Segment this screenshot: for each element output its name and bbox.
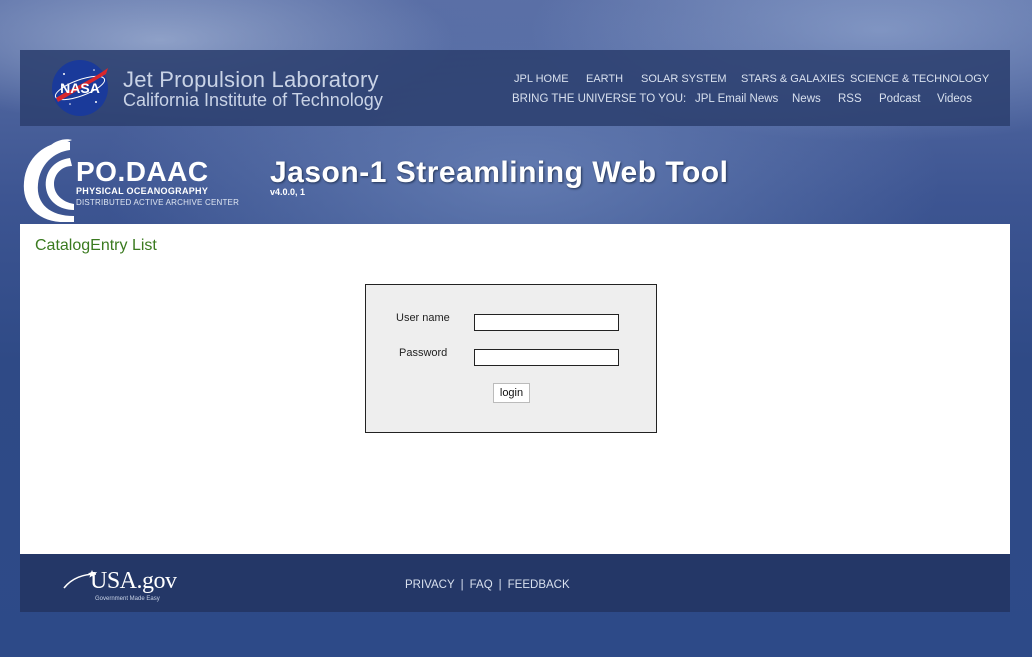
footer-link-feedback[interactable]: FEEDBACK: [508, 579, 570, 591]
primary-nav: JPL HOME EARTH SOLAR SYSTEM STARS & GALA…: [20, 73, 1010, 87]
podaac-title[interactable]: PO.DAAC: [76, 156, 209, 188]
username-input[interactable]: [474, 314, 619, 331]
usagov-text: USA.gov: [90, 568, 177, 594]
usagov-logo[interactable]: USA.gov Government Made Easy: [62, 568, 192, 604]
nav-secondary-label: BRING THE UNIVERSE TO YOU:: [512, 93, 687, 105]
footer-link-faq[interactable]: FAQ: [470, 579, 493, 591]
login-form: User name Password login: [365, 284, 657, 433]
wave-logo-icon[interactable]: [20, 136, 74, 222]
username-label: User name: [396, 312, 450, 324]
footer-links: PRIVACY | FAQ | FEEDBACK: [405, 579, 570, 591]
tool-title: Jason-1 Streamlining Web Tool: [270, 156, 729, 189]
password-input[interactable]: [474, 349, 619, 366]
jpl-header: NASA Jet Propulsion Laboratory Californi…: [20, 50, 1010, 126]
page-title: CatalogEntry List: [35, 237, 157, 254]
nav-rss[interactable]: RSS: [838, 93, 862, 105]
footer: USA.gov Government Made Easy PRIVACY | FAQ…: [20, 554, 1010, 612]
podaac-subtitle: PHYSICAL OCEANOGRAPHY: [76, 186, 209, 196]
nav-earth[interactable]: EARTH: [586, 73, 623, 85]
nav-email-news[interactable]: JPL Email News: [695, 93, 778, 105]
nav-news[interactable]: News: [792, 93, 821, 105]
secondary-nav: BRING THE UNIVERSE TO YOU: JPL Email New…: [20, 93, 1010, 107]
nav-jpl-home[interactable]: JPL HOME: [514, 73, 569, 85]
password-label: Password: [399, 347, 448, 359]
nav-solar-system[interactable]: SOLAR SYSTEM: [641, 73, 727, 85]
podaac-tagline: DISTRIBUTED ACTIVE ARCHIVE CENTER: [76, 198, 240, 207]
nav-science-technology[interactable]: SCIENCE & TECHNOLOGY: [850, 73, 989, 85]
footer-link-privacy[interactable]: PRIVACY: [405, 579, 455, 591]
footer-separator: |: [498, 579, 502, 591]
podaac-banner: PO.DAAC PHYSICAL OCEANOGRAPHY DISTRIBUTE…: [20, 130, 1010, 224]
tool-version: v4.0.0, 1: [270, 187, 306, 197]
usagov-tagline: Government Made Easy: [95, 596, 160, 602]
login-button[interactable]: login: [493, 383, 530, 403]
nav-stars-galaxies[interactable]: STARS & GALAXIES: [741, 73, 845, 85]
nasa-logo-icon[interactable]: NASA: [50, 58, 110, 118]
footer-separator: |: [460, 579, 464, 591]
main-content: CatalogEntry List User name Password log…: [20, 224, 1010, 554]
nav-podcast[interactable]: Podcast: [879, 93, 921, 105]
nav-videos[interactable]: Videos: [937, 93, 972, 105]
